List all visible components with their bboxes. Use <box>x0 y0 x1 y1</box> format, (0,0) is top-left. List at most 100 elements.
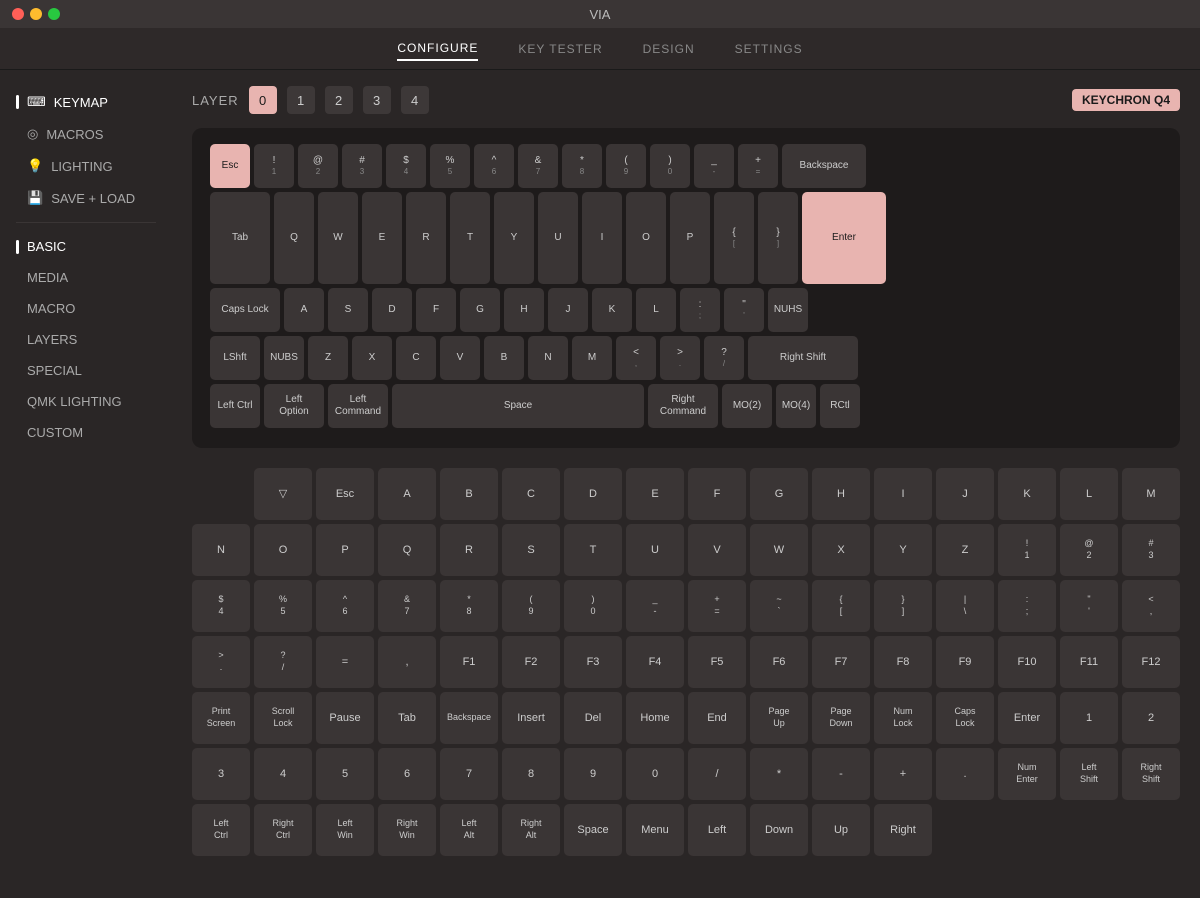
key-c[interactable]: C <box>396 336 436 380</box>
picker-key-j[interactable]: J <box>936 468 994 520</box>
picker-key-p[interactable]: P <box>316 524 374 576</box>
layer-btn-4[interactable]: 4 <box>401 86 429 114</box>
key-right-shift[interactable]: Right Shift <box>748 336 858 380</box>
picker-key-num-plus[interactable]: + <box>874 748 932 800</box>
picker-key-amp[interactable]: &7 <box>378 580 436 632</box>
key-comma[interactable]: <, <box>616 336 656 380</box>
layer-btn-2[interactable]: 2 <box>325 86 353 114</box>
picker-key-page-down[interactable]: PageDown <box>812 692 870 744</box>
picker-key-f7[interactable]: F7 <box>812 636 870 688</box>
picker-key-h[interactable]: H <box>812 468 870 520</box>
picker-key-f4[interactable]: F4 <box>626 636 684 688</box>
picker-key-f11[interactable]: F11 <box>1060 636 1118 688</box>
key-space[interactable]: Space <box>392 384 644 428</box>
picker-key-right-win[interactable]: RightWin <box>378 804 436 856</box>
key-enter[interactable]: Enter <box>802 192 886 284</box>
key-a[interactable]: A <box>284 288 324 332</box>
picker-key-r[interactable]: R <box>440 524 498 576</box>
key-x[interactable]: X <box>352 336 392 380</box>
key-4[interactable]: $4 <box>386 144 426 188</box>
key-left-command[interactable]: Left Command <box>328 384 388 428</box>
key-o[interactable]: O <box>626 192 666 284</box>
key-2[interactable]: @2 <box>298 144 338 188</box>
key-h[interactable]: H <box>504 288 544 332</box>
close-button[interactable] <box>12 8 24 20</box>
picker-key-f12[interactable]: F12 <box>1122 636 1180 688</box>
picker-key-backspace[interactable]: Backspace <box>440 692 498 744</box>
picker-key-f5[interactable]: F5 <box>688 636 746 688</box>
key-1[interactable]: !1 <box>254 144 294 188</box>
picker-key-f6[interactable]: F6 <box>750 636 808 688</box>
picker-key-left-alt[interactable]: LeftAlt <box>440 804 498 856</box>
key-semicolon[interactable]: :; <box>680 288 720 332</box>
picker-key-num-5[interactable]: 5 <box>316 748 374 800</box>
sidebar-item-custom[interactable]: CUSTOM <box>0 417 172 448</box>
layer-btn-3[interactable]: 3 <box>363 86 391 114</box>
key-n[interactable]: N <box>528 336 568 380</box>
picker-key-b[interactable]: B <box>440 468 498 520</box>
picker-key-comma[interactable]: , <box>378 636 436 688</box>
sidebar-item-keymap[interactable]: ⌨ KEYMAP <box>0 86 172 118</box>
picker-key-o[interactable]: O <box>254 524 312 576</box>
picker-key-f[interactable]: F <box>688 468 746 520</box>
sidebar-item-special[interactable]: SPECIAL <box>0 355 172 386</box>
picker-key-e[interactable]: E <box>626 468 684 520</box>
picker-key-left-win[interactable]: LeftWin <box>316 804 374 856</box>
key-p[interactable]: P <box>670 192 710 284</box>
layer-btn-1[interactable]: 1 <box>287 86 315 114</box>
picker-key-num-minus[interactable]: - <box>812 748 870 800</box>
key-r[interactable]: R <box>406 192 446 284</box>
key-l[interactable]: L <box>636 288 676 332</box>
picker-key-at[interactable]: @2 <box>1060 524 1118 576</box>
picker-key-excl[interactable]: !1 <box>998 524 1056 576</box>
key-f[interactable]: F <box>416 288 456 332</box>
picker-key-t[interactable]: T <box>564 524 622 576</box>
key-right-command[interactable]: Right Command <box>648 384 718 428</box>
key-i[interactable]: I <box>582 192 622 284</box>
picker-key-num-7[interactable]: 7 <box>440 748 498 800</box>
key-nubs[interactable]: NUBS <box>264 336 304 380</box>
picker-key-pause[interactable]: Pause <box>316 692 374 744</box>
key-tab[interactable]: Tab <box>210 192 270 284</box>
key-q[interactable]: Q <box>274 192 314 284</box>
picker-key-f10[interactable]: F10 <box>998 636 1056 688</box>
picker-key-gt[interactable]: >. <box>192 636 250 688</box>
picker-key-left-shift[interactable]: LeftShift <box>1060 748 1118 800</box>
key-e[interactable]: E <box>362 192 402 284</box>
picker-key-num-6[interactable]: 6 <box>378 748 436 800</box>
picker-key-f2[interactable]: F2 <box>502 636 560 688</box>
picker-key-right-alt[interactable]: RightAlt <box>502 804 560 856</box>
key-6[interactable]: ^6 <box>474 144 514 188</box>
picker-key-v[interactable]: V <box>688 524 746 576</box>
key-g[interactable]: G <box>460 288 500 332</box>
sidebar-item-media[interactable]: MEDIA <box>0 262 172 293</box>
picker-key-colon[interactable]: :; <box>998 580 1056 632</box>
picker-key-num-3[interactable]: 3 <box>192 748 250 800</box>
key-left-shift[interactable]: LShft <box>210 336 260 380</box>
key-5[interactable]: %5 <box>430 144 470 188</box>
picker-key-n[interactable]: N <box>192 524 250 576</box>
picker-key-num-slash[interactable]: / <box>688 748 746 800</box>
key-caps-lock[interactable]: Caps Lock <box>210 288 280 332</box>
picker-key-scroll-lock[interactable]: ScrollLock <box>254 692 312 744</box>
picker-key-insert[interactable]: Insert <box>502 692 560 744</box>
key-period[interactable]: >. <box>660 336 700 380</box>
picker-key-f9[interactable]: F9 <box>936 636 994 688</box>
picker-key-s[interactable]: S <box>502 524 560 576</box>
key-quote[interactable]: "' <box>724 288 764 332</box>
picker-key-m[interactable]: M <box>1122 468 1180 520</box>
key-d[interactable]: D <box>372 288 412 332</box>
picker-key-esc[interactable]: Esc <box>316 468 374 520</box>
picker-key-equals[interactable]: = <box>316 636 374 688</box>
picker-key-page-up[interactable]: PageUp <box>750 692 808 744</box>
picker-key-num-1[interactable]: 1 <box>1060 692 1118 744</box>
key-nuhs[interactable]: NUHS <box>768 288 808 332</box>
sidebar-item-macro[interactable]: MACRO <box>0 293 172 324</box>
picker-key-caps-lock[interactable]: CapsLock <box>936 692 994 744</box>
maximize-button[interactable] <box>48 8 60 20</box>
key-9[interactable]: (9 <box>606 144 646 188</box>
picker-key-rparen[interactable]: )0 <box>564 580 622 632</box>
picker-key-underscore[interactable]: _- <box>626 580 684 632</box>
picker-key-w[interactable]: W <box>750 524 808 576</box>
picker-key-z[interactable]: Z <box>936 524 994 576</box>
